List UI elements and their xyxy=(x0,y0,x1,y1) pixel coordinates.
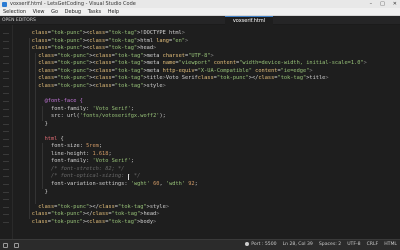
line-number-marker xyxy=(3,131,9,133)
code-line[interactable]: class="tok-punc"><class="tok-tag">meta n… xyxy=(38,60,367,67)
code-line[interactable]: class="tok-punc"><class="tok-tag">!DOCTY… xyxy=(32,30,185,37)
live-server-port[interactable]: Port : 5500 xyxy=(245,240,277,250)
close-icon[interactable]: ✕ xyxy=(393,0,397,8)
indent-guide xyxy=(35,52,37,204)
code-line[interactable]: } xyxy=(45,189,48,196)
code-line[interactable]: } xyxy=(45,121,48,128)
explorer-title[interactable]: OPEN EDITORS xyxy=(2,16,36,25)
encoding[interactable]: UTF-8 xyxy=(347,240,360,250)
menu-bar: Selection View Go Debug Tasks Help xyxy=(0,8,400,16)
line-number-marker xyxy=(3,184,9,185)
line-number-marker xyxy=(3,206,9,208)
menu-selection[interactable]: Selection xyxy=(0,8,29,16)
code-line[interactable]: line-height: 1.618; xyxy=(51,151,112,158)
indentation[interactable]: Spaces: 2 xyxy=(319,240,341,250)
code-line[interactable]: class="tok-punc"><class="tok-tag">body> xyxy=(32,219,156,226)
line-number-marker xyxy=(3,146,9,148)
menu-view[interactable]: View xyxy=(30,8,47,16)
code-line[interactable]: class="tok-punc"><class="tok-tag">title>… xyxy=(38,75,328,82)
line-number-marker xyxy=(3,168,9,170)
line-number-marker xyxy=(3,161,9,163)
line-number-marker xyxy=(3,100,9,102)
text-cursor xyxy=(127,173,129,180)
code-line[interactable]: class="tok-punc"></class="tok-tag">style… xyxy=(38,204,169,211)
line-number-marker xyxy=(3,70,9,72)
broadcast-icon xyxy=(245,241,250,246)
menu-help[interactable]: Help xyxy=(105,8,121,16)
line-number-marker xyxy=(3,108,9,110)
line-number-marker xyxy=(3,78,9,80)
code-line[interactable]: class="tok-punc"><class="tok-tag">style> xyxy=(38,83,166,90)
code-line[interactable]: class="tok-punc"></class="tok-tag">head> xyxy=(32,211,160,218)
code-line[interactable]: class="tok-punc"><class="tok-tag">head> xyxy=(32,45,156,52)
line-number-marker xyxy=(3,153,9,155)
problems-icon[interactable] xyxy=(14,242,19,248)
line-number-marker xyxy=(3,123,9,125)
code-line[interactable]: font-variation-settings: 'wght' 60, 'wdt… xyxy=(51,181,198,188)
code-line[interactable]: class="tok-punc"><class="tok-tag">meta h… xyxy=(38,68,312,75)
line-number-marker xyxy=(3,93,9,95)
line-number-marker xyxy=(3,191,9,193)
tab-bar: OPEN EDITORS voxserif.html xyxy=(0,16,400,25)
line-number-marker xyxy=(3,85,9,87)
line-number-marker xyxy=(3,116,9,118)
code-line[interactable]: class="tok-punc"><class="tok-tag">html l… xyxy=(32,38,188,45)
menu-go[interactable]: Go xyxy=(49,8,61,16)
title-bar: voxserif.html - LetsGetCoding - Visual S… xyxy=(0,0,400,8)
line-number-marker xyxy=(3,63,9,65)
branch-icon[interactable] xyxy=(3,242,8,248)
code-editor[interactable]: class="tok-punc"><class="tok-tag">!DOCTY… xyxy=(14,25,400,239)
status-bar: Port : 5500 Ln 28, Col 39 Spaces: 2 UTF-… xyxy=(0,239,400,250)
code-line[interactable]: src: url('fonts/votoserifgx.woff2'); xyxy=(51,113,166,120)
code-line[interactable]: font-family: 'Voto Serif'; xyxy=(51,158,134,165)
line-number-marker xyxy=(3,214,9,216)
code-line[interactable]: /* font-stretch: 82; */ xyxy=(51,166,124,173)
tab-voxserif-html[interactable]: voxserif.html xyxy=(225,16,273,25)
line-number-marker xyxy=(3,55,9,57)
cursor-position[interactable]: Ln 28, Col 39 xyxy=(283,240,313,250)
line-number-marker xyxy=(3,199,9,201)
line-number-marker xyxy=(3,48,9,50)
window-controls: – □ ✕ xyxy=(370,0,397,8)
code-line[interactable]: class="tok-punc"><class="tok-tag">meta c… xyxy=(38,53,214,60)
line-number-marker xyxy=(3,221,9,223)
menu-debug[interactable]: Debug xyxy=(62,8,83,16)
code-line[interactable]: html { xyxy=(45,136,64,143)
minimize-icon[interactable]: – xyxy=(370,0,373,8)
line-number-marker xyxy=(3,40,9,42)
vscode-icon xyxy=(2,1,7,7)
menu-tasks[interactable]: Tasks xyxy=(85,8,103,16)
code-line[interactable]: font-family: 'Voto Serif'; xyxy=(51,106,134,113)
indent-guide xyxy=(41,143,43,189)
line-gutter xyxy=(0,25,13,239)
line-number-marker xyxy=(3,33,9,34)
maximize-icon[interactable]: □ xyxy=(380,0,385,8)
line-number-marker xyxy=(3,176,9,178)
indent-guide xyxy=(28,37,30,219)
code-line[interactable]: font-size: 5rem; xyxy=(51,143,102,150)
code-line[interactable]: @font-face { xyxy=(45,98,83,105)
line-ending[interactable]: CRLF xyxy=(367,240,379,250)
window-title: voxserif.html - LetsGetCoding - Visual S… xyxy=(10,1,136,7)
indent-guide xyxy=(41,105,43,121)
line-number-marker xyxy=(3,138,9,140)
language-mode[interactable]: HTML xyxy=(384,240,397,250)
